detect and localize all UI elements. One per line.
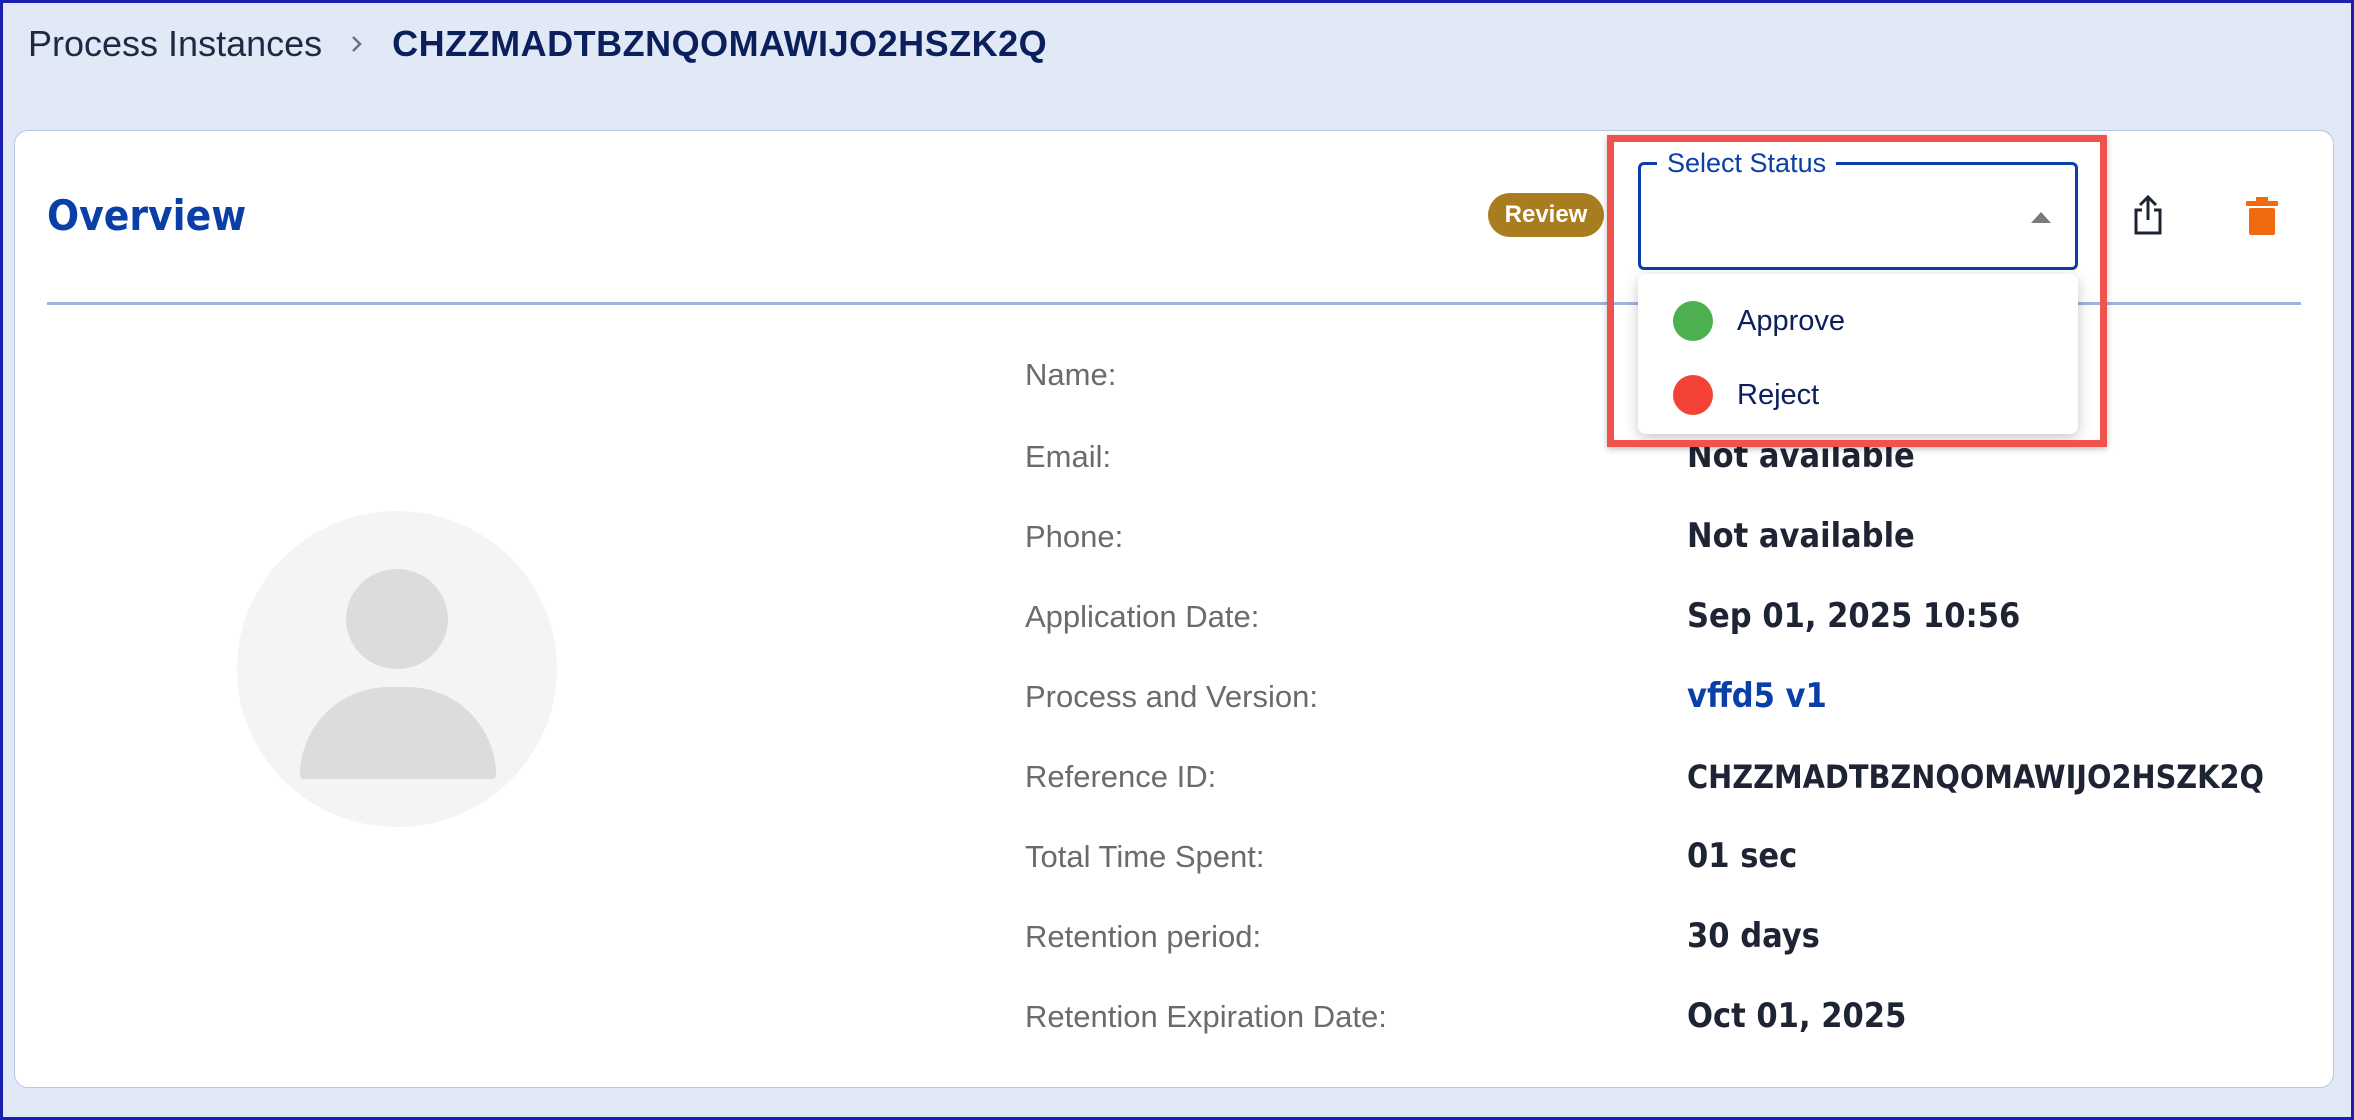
process-version-label: Process and Version: bbox=[1025, 679, 1318, 714]
avatar bbox=[237, 511, 557, 827]
email-value: Not available bbox=[1687, 436, 1915, 476]
breadcrumb-current: CHZZMADTBZNQOMAWIJO2HSZK2Q bbox=[392, 23, 1048, 64]
breadcrumb-process-instances[interactable]: Process Instances bbox=[28, 23, 322, 65]
reference-id-label: Reference ID: bbox=[1025, 759, 1217, 794]
retention-period-value: 30 days bbox=[1687, 916, 1820, 956]
share-icon[interactable] bbox=[2132, 194, 2164, 236]
breadcrumb: Process Instances CHZZMADTBZNQOMAWIJO2HS… bbox=[28, 20, 1047, 68]
retention-period-label: Retention period: bbox=[1025, 919, 1262, 954]
status-select-label: Select Status bbox=[1657, 148, 1837, 178]
status-option-label: Approve bbox=[1737, 304, 1846, 337]
red-circle-icon bbox=[1673, 375, 1713, 415]
email-label: Email: bbox=[1025, 439, 1112, 474]
trash-icon[interactable] bbox=[2246, 197, 2278, 235]
phone-label: Phone: bbox=[1025, 519, 1124, 554]
retention-expiration-value: Oct 01, 2025 bbox=[1687, 996, 1907, 1036]
total-time-value: 01 sec bbox=[1687, 836, 1798, 876]
reference-id-value: CHZZMADTBZNQOMAWIJO2HSZK2Q bbox=[1687, 758, 2264, 796]
avatar-body bbox=[300, 687, 496, 779]
status-select[interactable]: Select Status bbox=[1638, 148, 2078, 270]
avatar-head bbox=[346, 569, 448, 669]
green-circle-icon bbox=[1673, 301, 1713, 341]
overview-title: Overview bbox=[47, 191, 247, 240]
status-badge: Review bbox=[1488, 193, 1604, 237]
overview-card: Overview Review Select Status Approve Re… bbox=[14, 130, 2334, 1088]
retention-expiration-label: Retention Expiration Date: bbox=[1025, 999, 1387, 1034]
status-option-approve[interactable]: Approve bbox=[1638, 285, 2078, 357]
phone-value: Not available bbox=[1687, 516, 1915, 556]
status-dropdown-menu: Approve Reject bbox=[1638, 274, 2078, 434]
status-option-reject[interactable]: Reject bbox=[1638, 359, 2078, 431]
application-date-label: Application Date: bbox=[1025, 599, 1260, 634]
status-option-label: Reject bbox=[1737, 378, 1820, 411]
total-time-label: Total Time Spent: bbox=[1025, 839, 1265, 874]
process-version-link[interactable]: vffd5 v1 bbox=[1687, 676, 1827, 716]
name-label: Name: bbox=[1025, 357, 1117, 392]
caret-up-icon[interactable] bbox=[2031, 212, 2051, 223]
chevron-right-icon bbox=[350, 34, 364, 54]
application-date-value: Sep 01, 2025 10:56 bbox=[1687, 596, 2021, 636]
